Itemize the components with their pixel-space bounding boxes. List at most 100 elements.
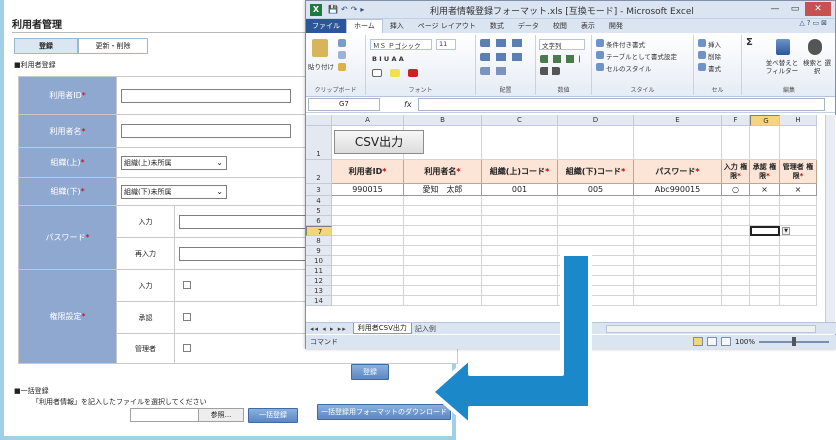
tab-review[interactable]: 校閲: [546, 21, 574, 31]
csv-export-button[interactable]: CSV出力: [334, 130, 424, 154]
cell-b3[interactable]: 愛知 太郎: [404, 184, 482, 196]
row-header-13[interactable]: 13: [306, 286, 332, 296]
number-format-select[interactable]: 文字列: [539, 39, 585, 50]
cell-b13[interactable]: [404, 286, 482, 296]
cell-a4[interactable]: [332, 196, 404, 206]
cell-e12[interactable]: [634, 276, 722, 286]
cell-a8[interactable]: [332, 236, 404, 246]
cell-h3[interactable]: ×: [780, 184, 817, 196]
header-cell-c[interactable]: 組織(上)コード*: [482, 160, 558, 184]
cell-g5[interactable]: [750, 206, 780, 216]
column-header-e[interactable]: E: [634, 115, 722, 126]
sheet-tab-csv-export[interactable]: 利用者CSV出力: [352, 323, 412, 334]
cell-f1[interactable]: [722, 126, 750, 160]
cell-f13[interactable]: [722, 286, 750, 296]
quick-access-toolbar[interactable]: 💾↶↷▸: [328, 5, 367, 14]
org-upper-select[interactable]: 組織(上)未所属 ⌄: [121, 155, 227, 170]
sort-filter-button[interactable]: 並べ替えと フィルター: [764, 59, 800, 75]
cell-a12[interactable]: [332, 276, 404, 286]
cell-e3[interactable]: Abc990015: [634, 184, 722, 196]
font-size-select[interactable]: 11: [436, 39, 456, 50]
perm-input-checkbox[interactable]: [183, 280, 191, 289]
cell-d1[interactable]: [558, 126, 634, 160]
cell-c3[interactable]: 001: [482, 184, 558, 196]
row-header-8[interactable]: 8: [306, 236, 332, 246]
cell-d3[interactable]: 005: [558, 184, 634, 196]
header-cell-f[interactable]: 入力 権限*: [722, 160, 750, 184]
decimal-icons[interactable]: [540, 67, 560, 75]
cell-e1[interactable]: [634, 126, 722, 160]
cell-e10[interactable]: [634, 256, 722, 266]
row-header-11[interactable]: 11: [306, 266, 332, 276]
cell-c14[interactable]: [482, 296, 558, 306]
border-icon[interactable]: [372, 69, 382, 77]
format-as-table-button[interactable]: テーブルとして書式設定: [606, 51, 677, 61]
perm-approve-checkbox[interactable]: [183, 312, 191, 321]
column-header-c[interactable]: C: [482, 115, 558, 126]
zoom-slider[interactable]: [759, 336, 829, 346]
cell-b14[interactable]: [404, 296, 482, 306]
cell-b6[interactable]: [404, 216, 482, 226]
cell-h9[interactable]: [780, 246, 817, 256]
header-cell-e[interactable]: パスワード*: [634, 160, 722, 184]
cell-e9[interactable]: [634, 246, 722, 256]
cell-c4[interactable]: [482, 196, 558, 206]
cell-c6[interactable]: [482, 216, 558, 226]
conditional-format-button[interactable]: 条件付き書式: [606, 39, 645, 49]
cell-c11[interactable]: [482, 266, 558, 276]
cell-a10[interactable]: [332, 256, 404, 266]
horizontal-align-icons[interactable]: [480, 53, 526, 61]
cell-styles-button[interactable]: セルのスタイル: [606, 63, 652, 73]
cell-c12[interactable]: [482, 276, 558, 286]
row-header-12[interactable]: 12: [306, 276, 332, 286]
cell-b8[interactable]: [404, 236, 482, 246]
cell-d11[interactable]: [558, 266, 634, 276]
copy-icon[interactable]: [338, 51, 346, 59]
cell-d10[interactable]: [558, 256, 634, 266]
tab-developer[interactable]: 開発: [602, 21, 630, 31]
font-name-select[interactable]: ＭＳ Ｐゴシック: [370, 39, 432, 50]
cell-c7[interactable]: [482, 226, 558, 236]
cell-g11[interactable]: [750, 266, 780, 276]
delete-button[interactable]: 削除: [708, 51, 721, 61]
cell-g1[interactable]: [750, 126, 780, 160]
cell-e7[interactable]: [634, 226, 722, 236]
cell-h1[interactable]: [780, 126, 817, 160]
cell-c5[interactable]: [482, 206, 558, 216]
cell-e11[interactable]: [634, 266, 722, 276]
cell-c9[interactable]: [482, 246, 558, 256]
row-header-14[interactable]: 14: [306, 296, 332, 306]
cell-f7[interactable]: [722, 226, 750, 236]
header-cell-d[interactable]: 組織(下)コード*: [558, 160, 634, 184]
cell-f14[interactable]: [722, 296, 750, 306]
format-painter-icon[interactable]: [338, 63, 346, 71]
cell-g3[interactable]: ×: [750, 184, 780, 196]
tab-register[interactable]: 登録: [14, 38, 78, 54]
cell-d6[interactable]: [558, 216, 634, 226]
cell-e5[interactable]: [634, 206, 722, 216]
cell-d12[interactable]: [558, 276, 634, 286]
cell-h10[interactable]: [780, 256, 817, 266]
cell-c13[interactable]: [482, 286, 558, 296]
autosum-icon[interactable]: Σ: [746, 37, 753, 48]
cell-h6[interactable]: [780, 216, 817, 226]
column-header-g[interactable]: G: [750, 115, 780, 126]
user-name-input[interactable]: [121, 124, 291, 138]
cell-g12[interactable]: [750, 276, 780, 286]
cell-f10[interactable]: [722, 256, 750, 266]
cell-g10[interactable]: [750, 256, 780, 266]
dropdown-arrow-icon[interactable]: ▼: [782, 227, 790, 235]
header-cell-g[interactable]: 承認 権限*: [750, 160, 780, 184]
cell-a11[interactable]: [332, 266, 404, 276]
row-header-10[interactable]: 10: [306, 256, 332, 266]
worksheet-grid[interactable]: A B C D E F G H 1 2 3 4 5 6 7 8 9 10 11 12 13 14 利用者ID* 利用者名* 組織…: [306, 115, 836, 322]
tab-home[interactable]: ホーム: [346, 19, 383, 33]
vertical-scrollbar[interactable]: [825, 115, 835, 322]
cell-c10[interactable]: [482, 256, 558, 266]
cell-d9[interactable]: [558, 246, 634, 256]
cell-h4[interactable]: [780, 196, 817, 206]
column-header-a[interactable]: A: [332, 115, 404, 126]
close-icon[interactable]: ✕: [805, 2, 831, 16]
cell-b11[interactable]: [404, 266, 482, 276]
cell-e8[interactable]: [634, 236, 722, 246]
